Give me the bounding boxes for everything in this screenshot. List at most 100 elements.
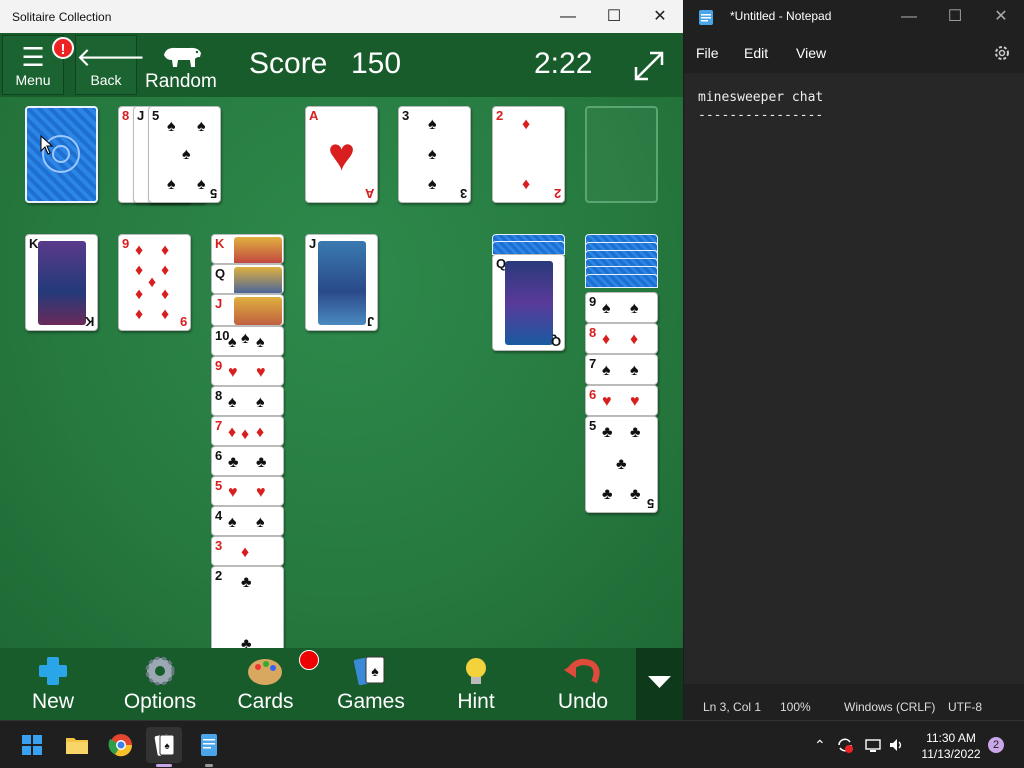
card-rank-bottom: K [84, 314, 94, 329]
tableau-card[interactable]: 8 ♦ ♦ [585, 323, 658, 354]
options-button[interactable]: Options [115, 648, 205, 720]
notepad-text-area[interactable]: minesweeper chat ---------------- [684, 73, 1024, 684]
notepad-window: *Untitled - Notepad — ☐ ✕ File Edit View… [684, 0, 1024, 720]
card-rank-bottom: 2 [553, 186, 561, 201]
cards-button[interactable]: Cards [228, 648, 303, 720]
plus-icon [39, 657, 67, 685]
card-rank: 5 [152, 108, 160, 123]
new-game-button[interactable]: New [18, 648, 88, 720]
line-ending: Windows (CRLF) [844, 700, 936, 714]
games-label: Games [337, 690, 405, 713]
card-rank: 7 [589, 356, 597, 371]
collapse-toolbar-button[interactable] [636, 648, 683, 720]
menu-edit[interactable]: Edit [744, 45, 768, 61]
notepad-titlebar[interactable]: *Untitled - Notepad — ☐ ✕ [684, 0, 1024, 33]
hint-button[interactable]: Hint [446, 648, 506, 720]
tableau-card[interactable]: 3 ♦ [211, 536, 284, 566]
card-rank-bottom: 5 [209, 186, 217, 201]
zoom-level: 100% [780, 700, 811, 714]
notepad-app-icon [699, 10, 713, 25]
card-rank: 8 [589, 325, 597, 340]
undo-button[interactable]: Undo [548, 648, 618, 720]
tableau-card[interactable]: 9 ♠ ♠ [585, 292, 658, 323]
tableau-card[interactable]: J J [305, 234, 378, 331]
back-label: Back [90, 72, 122, 88]
notepad-taskbar-icon[interactable] [191, 727, 227, 763]
face-down-card [585, 274, 658, 288]
card-rank: 6 [215, 448, 223, 463]
tableau-card[interactable]: 7 ♠ ♠ [585, 354, 658, 385]
waste-top-card[interactable]: 5 ♠ ♠ ♠ ♠ ♠ 5 [148, 106, 221, 203]
volume-icon[interactable] [888, 736, 906, 754]
notepad-minimize-button[interactable]: — [886, 0, 932, 33]
menu-view[interactable]: View [796, 45, 826, 61]
cursor-position: Ln 3, Col 1 [703, 700, 762, 714]
tableau-card[interactable]: K [211, 234, 284, 264]
card-rank: K [29, 236, 39, 251]
card-rank: 4 [215, 508, 223, 523]
foundation-diamonds[interactable]: 2 ♦ ♦ 2 [492, 106, 565, 203]
back-button[interactable]: 🡐 Back [75, 35, 146, 95]
foundation-spades[interactable]: 3 ♠ ♠ ♠ 3 [398, 106, 471, 203]
tableau-card[interactable]: 5 ♥ ♥ [211, 476, 284, 506]
tableau-card[interactable]: K K [25, 234, 98, 331]
card-rank: 9 [589, 294, 597, 309]
network-icon[interactable] [864, 736, 882, 754]
tableau-card[interactable]: 6 ♥ ♥ [585, 385, 658, 416]
game-topbar: ☰ Menu ! 🡐 Back Random Score 150 2:22 [0, 33, 683, 97]
start-windows-icon[interactable] [14, 727, 50, 763]
menu-file[interactable]: File [696, 45, 719, 61]
card-rank: K [215, 236, 225, 251]
games-button[interactable]: ♠ Games [332, 648, 410, 720]
card-rank: 5 [215, 478, 223, 493]
foundation-empty-slot[interactable] [585, 106, 658, 203]
tableau-card[interactable]: 5 ♣ ♣ ♣ ♣ ♣ 5 [585, 416, 658, 513]
maximize-button[interactable]: ☐ [591, 0, 637, 33]
expand-icon[interactable] [630, 47, 668, 85]
tableau-card[interactable]: 4 ♠ ♠ [211, 506, 284, 536]
sync-alert-icon[interactable] [836, 736, 854, 754]
jack-face-icon [318, 241, 366, 325]
tableau-card[interactable]: 9 ♦ ♦ ♦ ♦ ♦ ♦ ♦ ♦ ♦ 9 [118, 234, 191, 331]
tableau-card[interactable]: 10 ♠ ♠ ♠ [211, 326, 284, 356]
file-explorer-icon[interactable] [59, 727, 95, 763]
options-label: Options [123, 690, 197, 713]
king-face-icon [38, 241, 86, 325]
clock-time[interactable]: 11:30 AM [916, 731, 986, 745]
undo-arrow-icon [564, 659, 600, 684]
face-down-card [492, 241, 565, 255]
tableau-card[interactable]: J [211, 294, 284, 326]
close-button[interactable]: ✕ [637, 0, 683, 33]
alert-badge[interactable]: ! [52, 37, 74, 59]
chevron-up-icon[interactable]: ⌃ [814, 737, 826, 754]
card-rank-bottom: A [364, 186, 374, 201]
stock-pile[interactable] [25, 106, 98, 203]
minimize-button[interactable]: — [545, 0, 591, 33]
card-rank: 3 [402, 108, 410, 123]
card-rank: J [137, 108, 145, 123]
chrome-icon[interactable] [103, 727, 139, 763]
settings-gear-icon[interactable] [993, 44, 1011, 62]
card-rank-bottom: 3 [459, 186, 467, 201]
tableau-card[interactable]: Q [211, 264, 284, 294]
solitaire-taskbar-button[interactable]: ♠ [146, 727, 182, 763]
solitaire-app-icon: ♠ [154, 734, 175, 756]
game-toolbar: New Options Cards ♠ Games Hint Undo [0, 648, 683, 720]
tableau-card[interactable]: Q Q [492, 254, 565, 351]
tableau-card[interactable]: 7 ♦ ♦ ♦ [211, 416, 284, 446]
tableau-card[interactable]: 8 ♠ ♠ [211, 386, 284, 416]
new-content-dot [299, 650, 319, 670]
notepad-maximize-button[interactable]: ☐ [932, 0, 978, 33]
score-value: 150 [351, 47, 402, 80]
card-rank: 3 [215, 538, 223, 553]
card-rank: J [215, 296, 223, 311]
foundation-hearts[interactable]: A ♥ A [305, 106, 378, 203]
tableau-card[interactable]: 9 ♥ ♥ [211, 356, 284, 386]
mouse-cursor-icon [40, 135, 54, 155]
notification-badge[interactable]: 2 [988, 737, 1004, 753]
clock-date[interactable]: 11/13/2022 [916, 747, 986, 761]
solitaire-titlebar[interactable]: Solitaire Collection — ☐ ✕ [0, 0, 683, 33]
encoding: UTF-8 [948, 700, 982, 714]
tableau-card[interactable]: 6 ♣ ♣ [211, 446, 284, 476]
notepad-close-button[interactable]: ✕ [978, 0, 1024, 33]
